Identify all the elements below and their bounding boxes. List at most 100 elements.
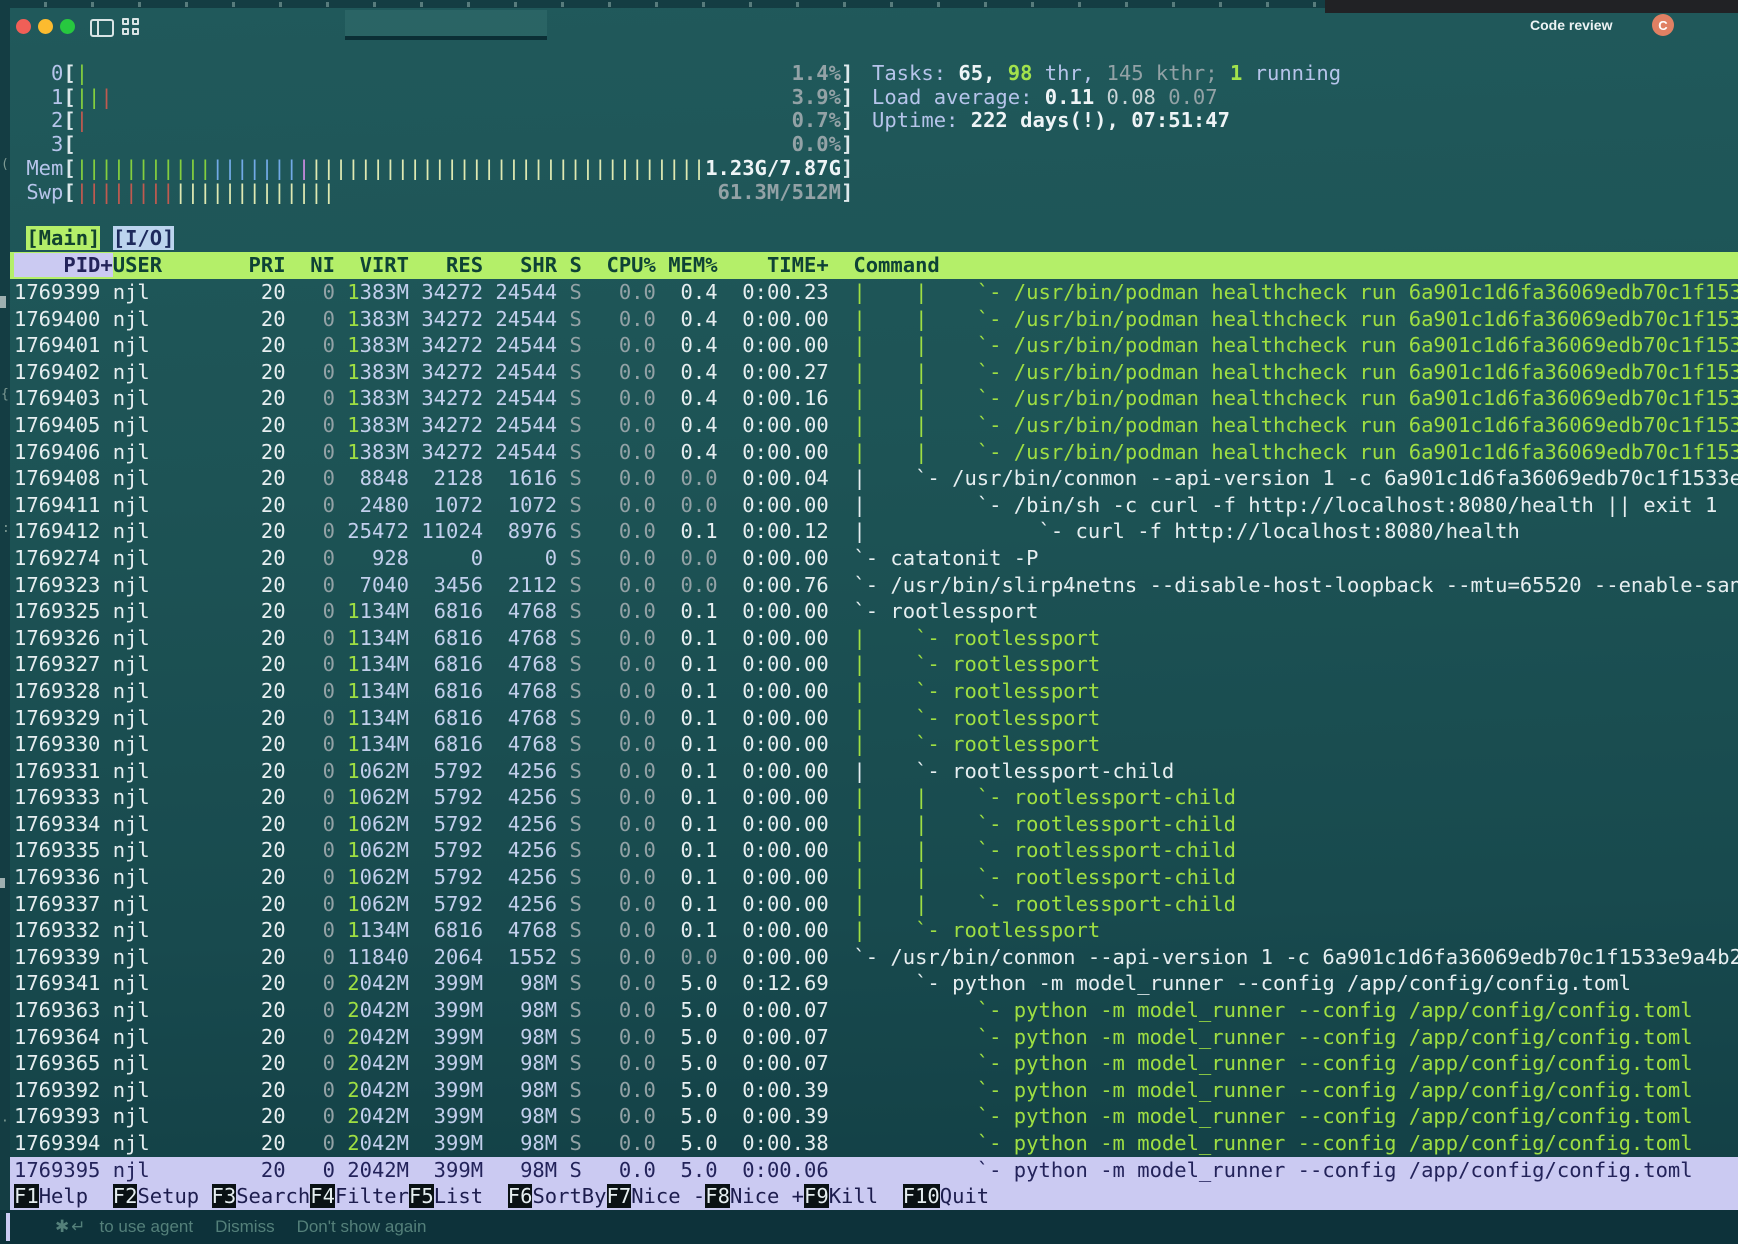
cell-ni: 0 bbox=[286, 732, 335, 756]
process-row[interactable]: 1769399 njl 20 0 1383M 34272 24544 S 0.0… bbox=[10, 279, 1738, 306]
process-row[interactable]: 1769408 njl 20 0 8848 2128 1616 S 0.0 0.… bbox=[10, 465, 1738, 492]
cell-sep bbox=[100, 1158, 112, 1182]
cell-virt bbox=[335, 838, 347, 862]
cell-shr: 4768 bbox=[483, 918, 557, 942]
process-row[interactable]: 1769341 njl 20 0 2042M 399M 98M S 0.0 5.… bbox=[10, 970, 1738, 997]
cell-gap bbox=[829, 413, 854, 437]
code-review-badge[interactable]: C bbox=[1652, 14, 1674, 36]
process-row[interactable]: 1769326 njl 20 0 1134M 6816 4768 S 0.0 0… bbox=[10, 625, 1738, 652]
process-row[interactable]: 1769331 njl 20 0 1062M 5792 4256 S 0.0 0… bbox=[10, 758, 1738, 785]
process-row[interactable]: 1769330 njl 20 0 1134M 6816 4768 S 0.0 0… bbox=[10, 731, 1738, 758]
cell-cmd: | | `- /usr/bin/podman healthcheck run 6… bbox=[853, 440, 1738, 464]
fkey-f4-filter[interactable]: F4Filter bbox=[310, 1184, 409, 1208]
process-row[interactable]: 1769333 njl 20 0 1062M 5792 4256 S 0.0 0… bbox=[10, 784, 1738, 811]
cell-gap bbox=[829, 440, 854, 464]
cell-user: njl bbox=[113, 1078, 236, 1102]
agent-hint-bar: ✱↵to use agentDismissDon't show again bbox=[0, 1210, 1738, 1244]
minimize-button[interactable] bbox=[38, 19, 53, 34]
cell-virt bbox=[335, 1131, 347, 1155]
zoom-button[interactable] bbox=[60, 19, 75, 34]
cell-mem: 0.1 bbox=[656, 626, 718, 650]
process-row[interactable]: 1769335 njl 20 0 1062M 5792 4256 S 0.0 0… bbox=[10, 837, 1738, 864]
process-row-selected[interactable]: 1769395 njl 20 0 2042M 399M 98M S 0.0 5.… bbox=[10, 1157, 1738, 1184]
tab-main[interactable]: [Main] bbox=[26, 226, 100, 250]
cell-res: 399M bbox=[409, 1078, 483, 1102]
cell-sep bbox=[100, 971, 112, 995]
code-review-label[interactable]: Code review bbox=[1530, 17, 1612, 33]
process-row[interactable]: 1769334 njl 20 0 1062M 5792 4256 S 0.0 0… bbox=[10, 811, 1738, 838]
fkey-f3-search[interactable]: F3Search bbox=[212, 1184, 311, 1208]
cell-ni: 0 bbox=[286, 1078, 335, 1102]
cell-cmd: `- python -m model_runner --config /app/… bbox=[853, 1078, 1692, 1102]
fkey-f7-nice-[interactable]: F7Nice - bbox=[607, 1184, 706, 1208]
cell-s: S bbox=[557, 652, 582, 676]
cell-shr: 24544 bbox=[483, 280, 557, 304]
cell-user: njl bbox=[113, 1051, 236, 1075]
cell-s: S bbox=[557, 386, 582, 410]
cell-virt: 062M bbox=[360, 892, 409, 916]
dont-show-again-button[interactable]: Don't show again bbox=[297, 1217, 427, 1236]
process-row[interactable]: 1769337 njl 20 0 1062M 5792 4256 S 0.0 0… bbox=[10, 891, 1738, 918]
process-row[interactable]: 1769392 njl 20 0 2042M 399M 98M S 0.0 5.… bbox=[10, 1077, 1738, 1104]
fkey-label: Setup bbox=[137, 1184, 211, 1208]
cell-s: S bbox=[557, 440, 582, 464]
process-row[interactable]: 1769364 njl 20 0 2042M 399M 98M S 0.0 5.… bbox=[10, 1024, 1738, 1051]
cell-gap bbox=[829, 918, 854, 942]
cell-shr: 98M bbox=[483, 1104, 557, 1128]
cell-gap bbox=[829, 1025, 854, 1049]
process-row[interactable]: 1769394 njl 20 0 2042M 399M 98M S 0.0 5.… bbox=[10, 1130, 1738, 1157]
process-row[interactable]: 1769323 njl 20 0 7040 3456 2112 S 0.0 0.… bbox=[10, 572, 1738, 599]
fkey-f2-setup[interactable]: F2Setup bbox=[113, 1184, 212, 1208]
info-segment: Uptime: bbox=[872, 108, 971, 132]
cell-gap bbox=[829, 971, 854, 995]
process-row[interactable]: 1769403 njl 20 0 1383M 34272 24544 S 0.0… bbox=[10, 385, 1738, 412]
process-row[interactable]: 1769363 njl 20 0 2042M 399M 98M S 0.0 5.… bbox=[10, 997, 1738, 1024]
cell-cpu: 0.0 bbox=[582, 307, 656, 331]
process-row[interactable]: 1769325 njl 20 0 1134M 6816 4768 S 0.0 0… bbox=[10, 598, 1738, 625]
cell-s: S bbox=[557, 892, 582, 916]
fkey-f10-quit[interactable]: F10Quit bbox=[903, 1184, 1014, 1208]
sidebar-toggle-icon[interactable] bbox=[90, 19, 114, 37]
cell-virt bbox=[335, 333, 347, 357]
cell-time: 0:00.00 bbox=[718, 706, 829, 730]
process-row[interactable]: 1769401 njl 20 0 1383M 34272 24544 S 0.0… bbox=[10, 332, 1738, 359]
close-button[interactable] bbox=[16, 19, 31, 34]
cell-pri: 20 bbox=[236, 573, 285, 597]
fkey-f8-nice+[interactable]: F8Nice + bbox=[705, 1184, 804, 1208]
text-span bbox=[100, 226, 112, 250]
cell-pri: 20 bbox=[236, 945, 285, 969]
tab-overview-icon[interactable] bbox=[122, 18, 139, 35]
terminal-tab[interactable] bbox=[345, 10, 547, 40]
process-row[interactable]: 1769328 njl 20 0 1134M 6816 4768 S 0.0 0… bbox=[10, 678, 1738, 705]
fkey-f1-help[interactable]: F1Help bbox=[14, 1184, 113, 1208]
process-row[interactable]: 1769274 njl 20 0 928 0 0 S 0.0 0.0 0:00.… bbox=[10, 545, 1738, 572]
process-row[interactable]: 1769402 njl 20 0 1383M 34272 24544 S 0.0… bbox=[10, 359, 1738, 386]
cell-cpu: 0.0 bbox=[582, 1158, 656, 1182]
header-s: S bbox=[557, 253, 582, 277]
process-row[interactable]: 1769327 njl 20 0 1134M 6816 4768 S 0.0 0… bbox=[10, 651, 1738, 678]
process-row[interactable]: 1769365 njl 20 0 2042M 399M 98M S 0.0 5.… bbox=[10, 1050, 1738, 1077]
process-row[interactable]: 1769336 njl 20 0 1062M 5792 4256 S 0.0 0… bbox=[10, 864, 1738, 891]
fkey-f6-sortby[interactable]: F6SortBy bbox=[508, 1184, 607, 1208]
process-row[interactable]: 1769412 njl 20 0 25472 11024 8976 S 0.0 … bbox=[10, 518, 1738, 545]
process-row[interactable]: 1769406 njl 20 0 1383M 34272 24544 S 0.0… bbox=[10, 439, 1738, 466]
process-row[interactable]: 1769339 njl 20 0 11840 2064 1552 S 0.0 0… bbox=[10, 944, 1738, 971]
cell-virt: 134M bbox=[360, 679, 409, 703]
process-row[interactable]: 1769400 njl 20 0 1383M 34272 24544 S 0.0… bbox=[10, 306, 1738, 333]
process-row[interactable]: 1769393 njl 20 0 2042M 399M 98M S 0.0 5.… bbox=[10, 1103, 1738, 1130]
process-row[interactable]: 1769405 njl 20 0 1383M 34272 24544 S 0.0… bbox=[10, 412, 1738, 439]
tab-io[interactable]: [I/O] bbox=[113, 226, 175, 250]
process-table-header[interactable]: PID+USER PRI NI VIRT RES SHR S CPU% MEM%… bbox=[10, 252, 1738, 279]
cell-sep bbox=[100, 1025, 112, 1049]
fkey-f9-kill[interactable]: F9Kill bbox=[804, 1184, 903, 1208]
cell-virt bbox=[335, 280, 347, 304]
dismiss-button[interactable]: Dismiss bbox=[215, 1217, 275, 1236]
background-app-strip bbox=[1325, 0, 1738, 13]
process-row[interactable]: 1769332 njl 20 0 1134M 6816 4768 S 0.0 0… bbox=[10, 917, 1738, 944]
cell-time: 0:00.00 bbox=[718, 865, 829, 889]
process-row[interactable]: 1769411 njl 20 0 2480 1072 1072 S 0.0 0.… bbox=[10, 492, 1738, 519]
fkey-f5-list[interactable]: F5List bbox=[409, 1184, 508, 1208]
process-row[interactable]: 1769329 njl 20 0 1134M 6816 4768 S 0.0 0… bbox=[10, 705, 1738, 732]
cell-ni: 0 bbox=[286, 466, 335, 490]
cell-res: 399M bbox=[409, 1131, 483, 1155]
